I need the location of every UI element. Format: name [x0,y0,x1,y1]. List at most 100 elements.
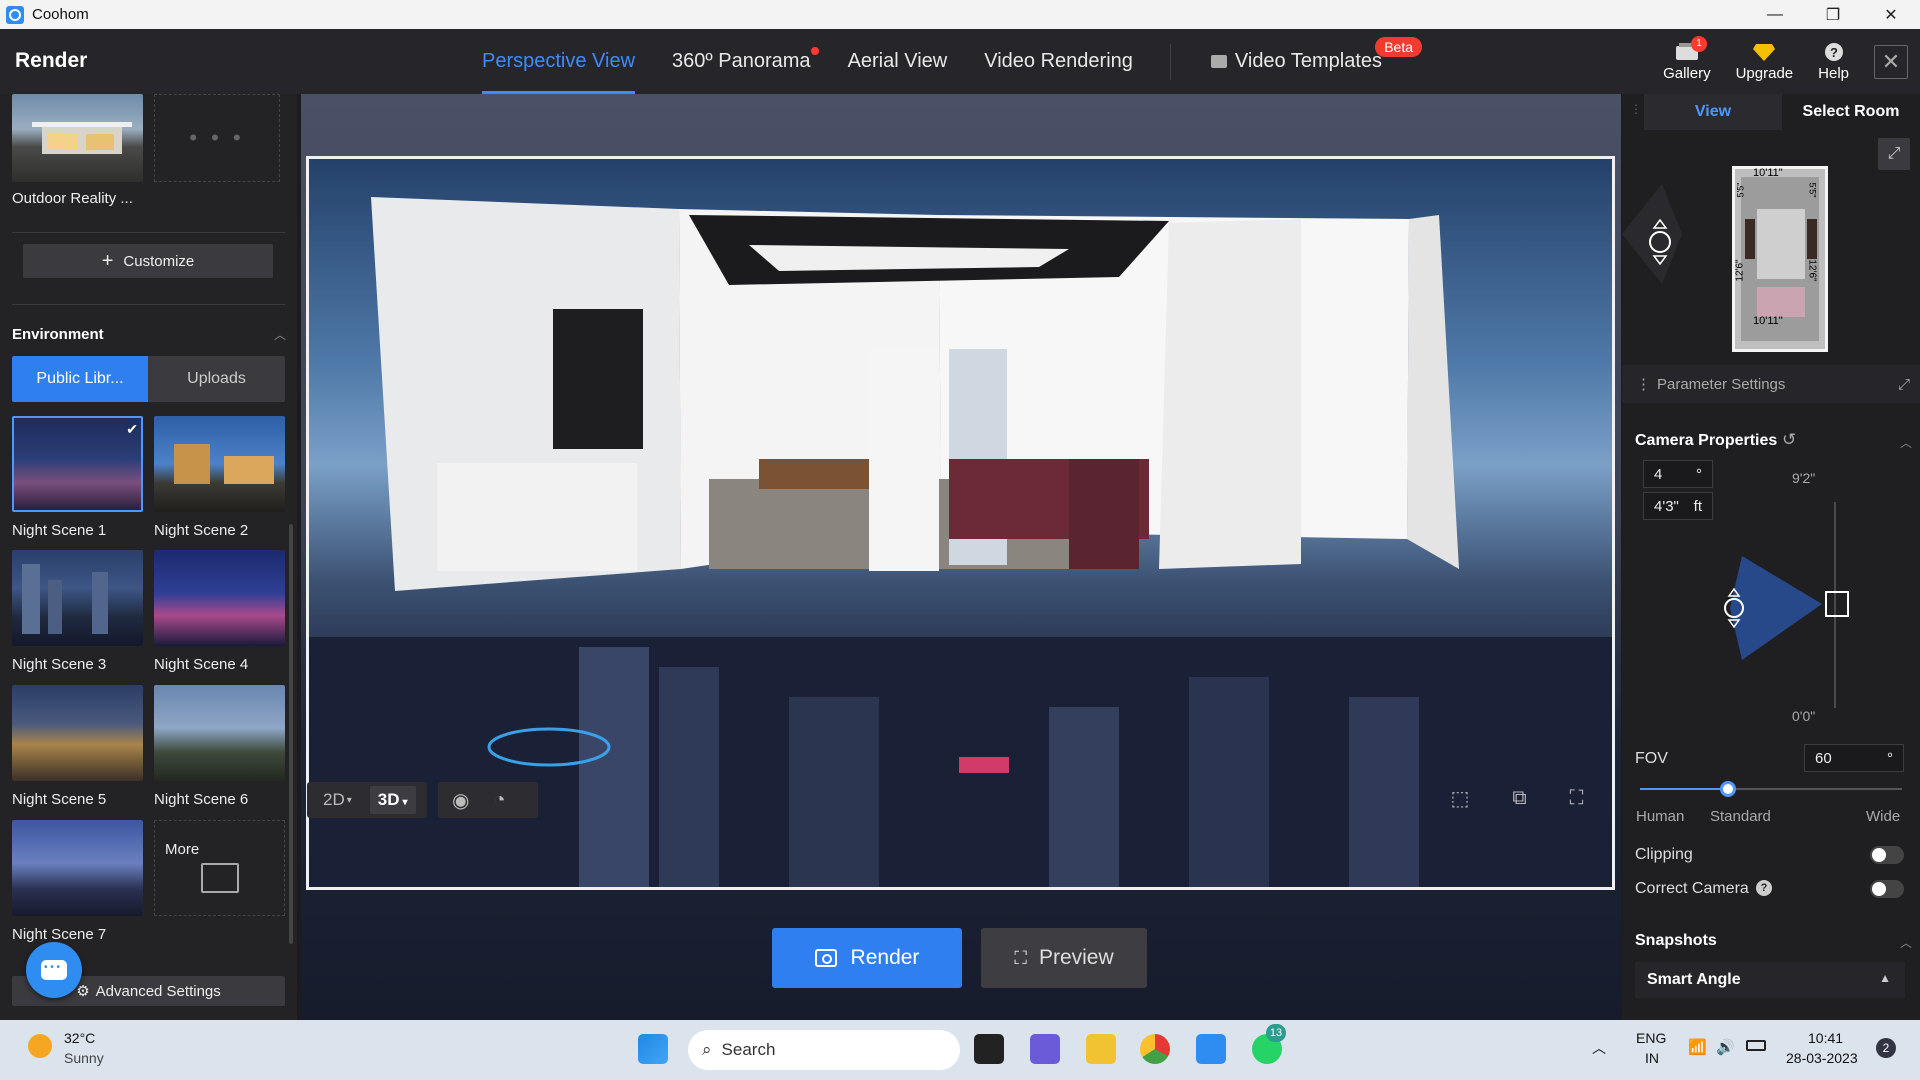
coohom-taskbar-icon[interactable] [1196,1034,1226,1064]
language-region[interactable]: IN [1645,1050,1659,1066]
clock-time[interactable]: 10:41 [1808,1030,1843,1046]
floor-plan-minimap[interactable]: 10'11" 10'11" 12'6" 12'6" 5'5" 5'5" [1732,166,1828,352]
clipping-toggle[interactable] [1870,846,1904,864]
fullscreen-icon[interactable]: ⛶ [1570,787,1584,810]
scene-thumbnail-1[interactable]: ✔ [12,416,143,512]
tab-360-panorama[interactable]: 360º Panorama [672,29,819,94]
volume-icon[interactable]: 🔊 [1716,1038,1735,1056]
compare-icon[interactable]: ⧉ [1512,787,1526,810]
preview-icon: ⛶ [1014,947,1027,968]
reset-icon[interactable]: ↺ [1782,430,1796,450]
scene-label-6: Night Scene 6 [154,791,249,808]
task-view-icon[interactable] [974,1034,1004,1064]
scene-label-1: Night Scene 1 [12,522,107,539]
preview-button[interactable]: ⛶ Preview [981,928,1147,988]
more-environments-button[interactable]: More [154,820,285,916]
fov-label: FOV [1635,750,1668,767]
minimize-button[interactable]: — [1746,0,1804,29]
help-button[interactable]: ? Help [1818,42,1849,82]
fov-slider-knob[interactable] [1720,781,1736,797]
tab-divider [1169,43,1171,80]
expand-icon[interactable]: ⤢ [1898,376,1910,393]
collapse-chevron-icon[interactable]: ︿ [1900,434,1912,451]
tab-video-templates[interactable]: Video Templates Beta [1210,29,1423,94]
scene-label-5: Night Scene 5 [12,791,107,808]
frame-tools: ⬚ ⧉ ⛶ [1429,780,1605,816]
battery-icon[interactable] [1746,1040,1766,1051]
tab-select-room[interactable]: Select Room [1782,94,1920,130]
fov-input[interactable]: 60 ° [1804,744,1904,772]
smart-angle-row[interactable]: Smart Angle ▲ [1635,962,1905,998]
wifi-icon[interactable]: 📶 [1688,1038,1707,1056]
notification-badge[interactable]: 2 [1876,1038,1896,1058]
drag-handle-icon[interactable]: ⋮ [1636,375,1651,393]
render-viewport[interactable]: 2D ▾ 3D ▾ ◉ ◔ Render ⛶ Preview ⬚ ⧉ ⛶ [301,94,1621,1020]
scene-thumbnail-4[interactable] [154,550,285,646]
tab-public-library[interactable]: Public Libr... [12,356,148,402]
image-icon [201,863,239,893]
collapse-chevron-icon[interactable]: ︿ [274,326,286,343]
beta-badge: Beta [1375,37,1423,57]
drag-handle-icon[interactable]: ⋮ [1630,102,1642,116]
file-explorer-icon[interactable] [1086,1034,1116,1064]
camera-direction-marker [1622,184,1682,284]
mode-2d-button[interactable]: 2D [323,790,345,810]
restore-button[interactable]: ❐ [1804,0,1862,29]
divider [12,304,285,305]
plan-dim-right-small: 5'5" [1807,182,1818,198]
camera-angle-input[interactable]: 4 ° [1643,460,1713,488]
weather-sun-icon[interactable] [28,1034,52,1058]
scene-thumbnail-7[interactable] [12,820,143,916]
outdoor-thumbnail[interactable] [12,94,143,182]
windows-start-icon[interactable] [638,1034,668,1064]
correct-camera-label: Correct Camera [1635,880,1749,897]
taskbar-search[interactable]: ⌕ Search [688,1030,960,1070]
close-render-button[interactable]: ✕ [1874,44,1908,79]
clock-date[interactable]: 28-03-2023 [1786,1050,1858,1066]
scene-thumbnail-2[interactable] [154,416,285,512]
tab-aerial-view[interactable]: Aerial View [848,29,948,94]
windows-taskbar: 32°C Sunny ⌕ Search 13 ︿ ENG IN 📶 🔊 10:4… [0,1020,1920,1080]
teams-icon[interactable] [1030,1034,1060,1064]
close-window-button[interactable]: ✕ [1862,0,1920,29]
fov-slider[interactable] [1640,781,1902,797]
clipping-label: Clipping [1635,846,1693,863]
scene-thumbnail-3[interactable] [12,550,143,646]
help-icon: ? [1822,42,1846,62]
right-panel: ⋮ View Select Room ⤢ 10'11" 10'11" 12'6"… [1622,94,1920,1020]
upgrade-button[interactable]: Upgrade [1736,42,1793,82]
tab-perspective-view[interactable]: Perspective View [482,29,636,94]
customize-button[interactable]: + Customize [23,244,273,278]
chrome-icon[interactable] [1140,1034,1170,1064]
whatsapp-badge: 13 [1266,1024,1286,1042]
render-button[interactable]: Render [772,928,962,988]
camera-height-input[interactable]: 4'3" ft [1643,492,1713,520]
parameter-settings-header: ⋮ Parameter Settings ⤢ [1622,365,1920,403]
outdoor-label: Outdoor Reality ... [12,190,133,207]
eye-icon[interactable]: ◉ [452,788,469,813]
mode-3d-button[interactable]: 3D ▾ [369,786,416,814]
left-scrollbar[interactable] [289,524,293,944]
grid-frame-icon[interactable]: ⬚ [1450,786,1469,811]
render-frame[interactable] [306,156,1615,890]
correct-camera-toggle[interactable] [1870,880,1904,898]
scene-thumbnail-5[interactable] [12,685,143,781]
gallery-button[interactable]: 1 Gallery [1663,35,1711,82]
chat-support-button[interactable] [26,942,82,998]
help-icon[interactable]: ? [1756,880,1772,896]
tab-view[interactable]: View [1644,94,1782,130]
language-primary[interactable]: ENG [1636,1030,1666,1046]
chevron-down-icon: ▾ [346,794,352,806]
expand-map-icon[interactable]: ⤢ [1878,138,1910,170]
collapse-chevron-icon[interactable]: ︿ [1900,934,1912,951]
chevron-up-icon[interactable]: ︿ [1592,1038,1606,1058]
more-options-placeholder[interactable]: • • • [154,94,280,182]
tab-uploads[interactable]: Uploads [148,356,285,402]
fov-standard-label: Standard [1710,808,1771,825]
camera-fov-diagram[interactable] [1722,556,1852,666]
camera-icon [814,949,837,967]
tab-video-rendering[interactable]: Video Rendering [984,29,1133,94]
scene-thumbnail-6[interactable] [154,685,285,781]
view-mode-toggle: 2D ▾ 3D ▾ [307,782,427,818]
gauge-icon[interactable]: ◔ [493,789,505,812]
